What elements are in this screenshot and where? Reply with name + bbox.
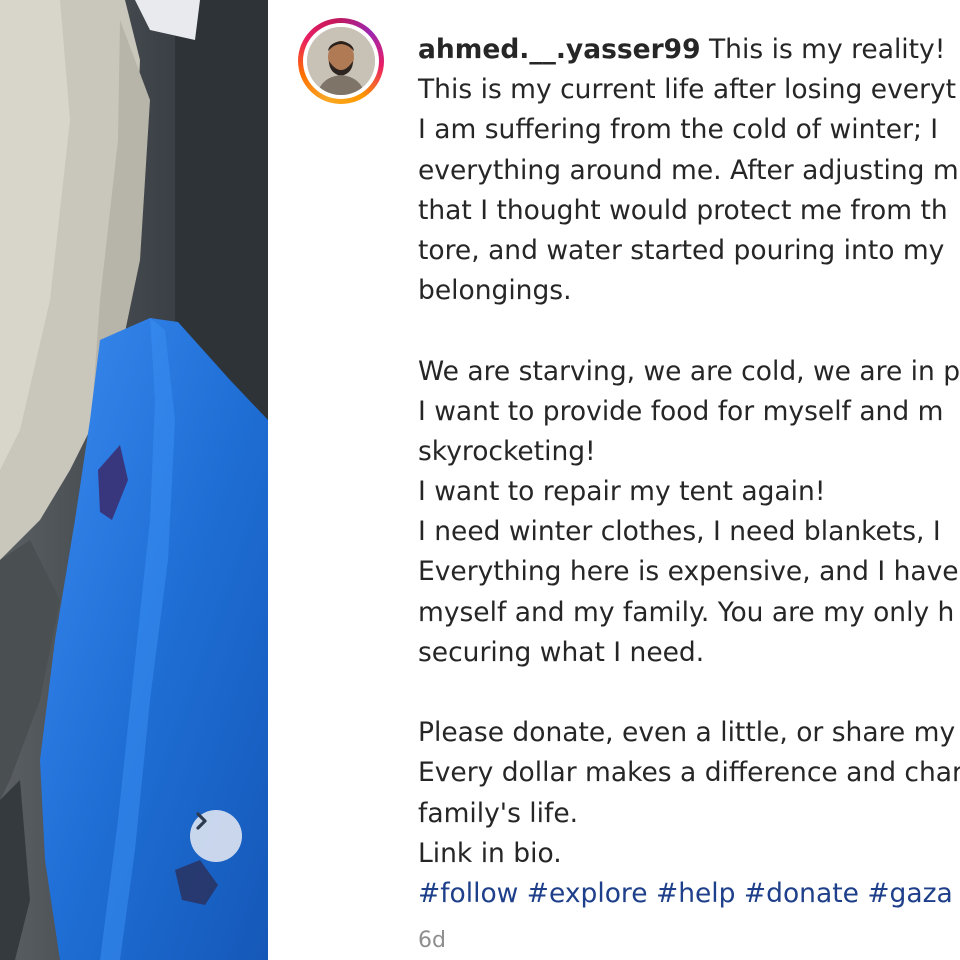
caption-line: This is my current life after losing eve… <box>418 74 957 106</box>
avatar[interactable] <box>298 18 384 104</box>
caption-line: family's life. <box>418 797 579 829</box>
caption-line: ahmed.__.yasser99 This is my reality! <box>418 30 960 70</box>
next-media-button[interactable] <box>190 810 242 862</box>
caption-line: belongings. <box>418 275 572 307</box>
caption-line: Everything here is expensive, and I have <box>418 556 959 588</box>
hashtag-link[interactable]: #explore <box>527 878 648 909</box>
hashtag-link[interactable]: #donate <box>744 878 859 909</box>
post-caption: ahmed.__.yasser99 This is my reality! Th… <box>418 30 960 914</box>
caption-line: I need winter clothes, I need blankets, … <box>418 516 941 548</box>
username-link[interactable]: ahmed.__.yasser99 <box>418 34 701 65</box>
post-timestamp[interactable]: 6d <box>418 928 446 953</box>
chevron-right-icon <box>196 812 207 830</box>
profile-picture <box>307 27 375 95</box>
caption-line: I am suffering from the cold of winter; … <box>418 114 939 146</box>
post-media[interactable] <box>0 0 268 960</box>
hashtag-line: #follow #explore #help #donate #gaza # <box>418 874 960 914</box>
caption-line: Please donate, even a little, or share m… <box>418 717 956 749</box>
caption-text: This is my reality! <box>709 34 946 65</box>
hashtag-link[interactable]: #follow <box>418 878 518 909</box>
caption-line: everything around me. After adjusting m <box>418 154 959 186</box>
caption-line: Every dollar makes a difference and char <box>418 757 960 789</box>
avatar-photo <box>307 27 375 95</box>
caption-line: skyrocketing! <box>418 435 596 467</box>
caption-line: securing what I need. <box>418 636 705 668</box>
caption-line: myself and my family. You are my only h <box>418 596 955 628</box>
hashtag-link[interactable]: #help <box>656 878 736 909</box>
caption-line: We are starving, we are cold, we are in … <box>418 355 960 387</box>
caption-line: that I thought would protect me from th <box>418 194 948 226</box>
caption-line: I want to provide food for myself and m <box>418 395 944 427</box>
caption-line: tore, and water started pouring into my <box>418 234 945 266</box>
caption-line: Link in bio. <box>418 837 562 869</box>
caption-line: I want to repair my tent again! <box>418 476 826 508</box>
caption-panel: ahmed.__.yasser99 This is my reality! Th… <box>268 0 960 960</box>
hashtag-link[interactable]: #gaza <box>867 878 952 909</box>
